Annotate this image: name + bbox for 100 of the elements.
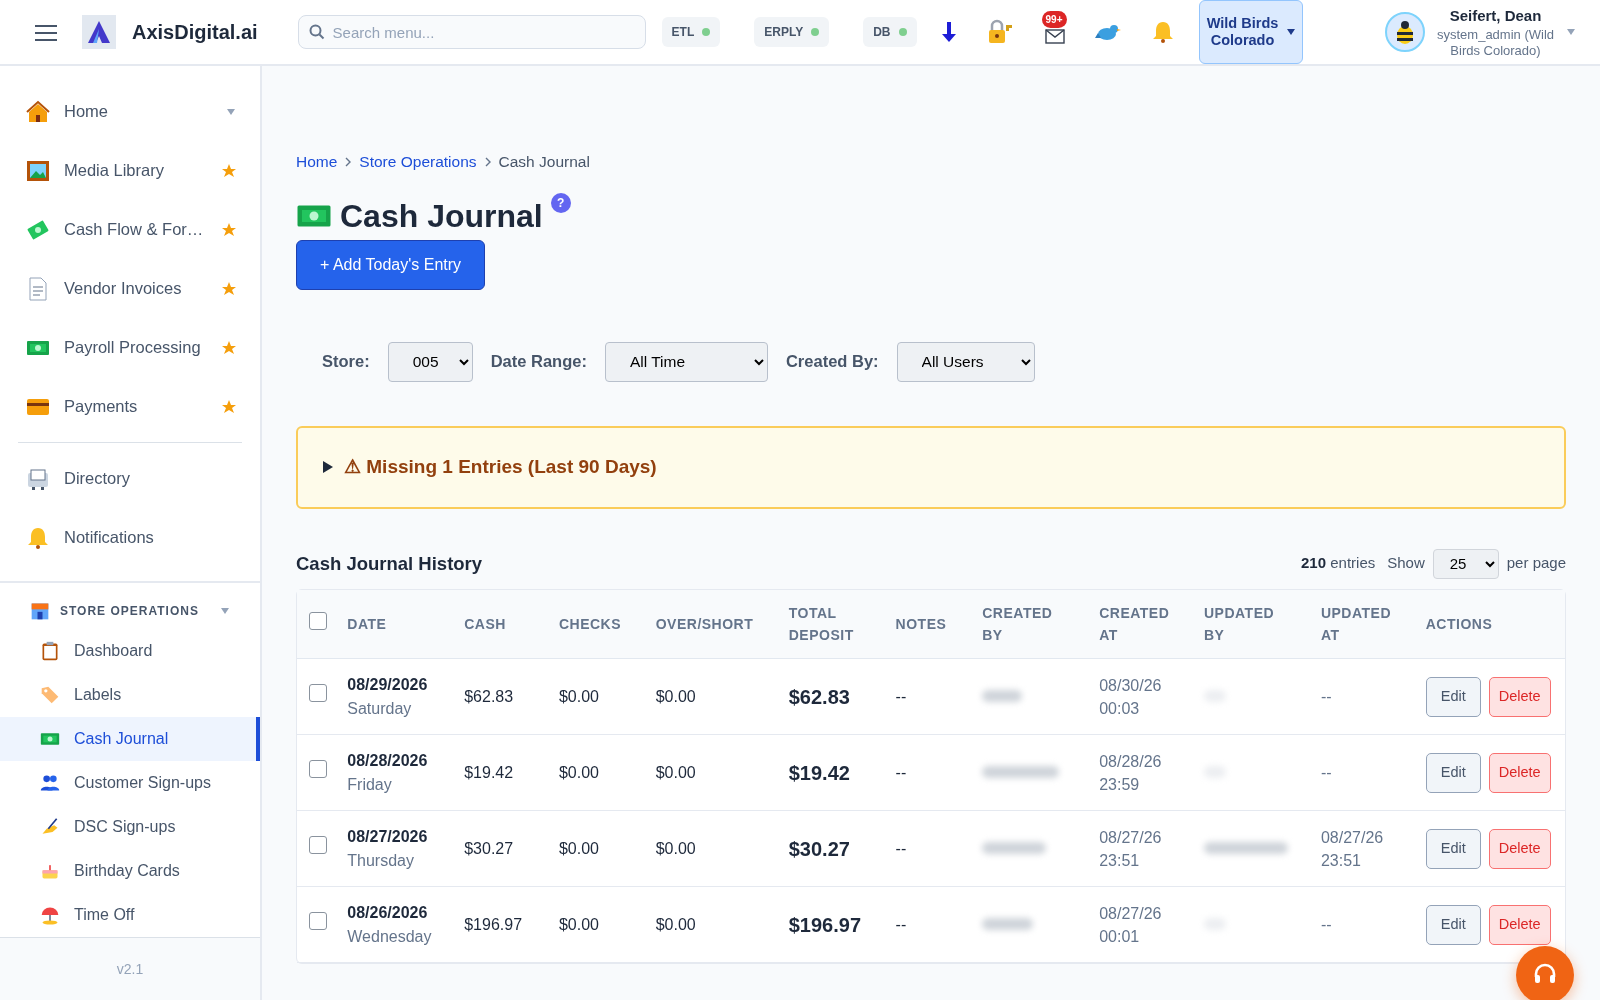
- checks-amount: $0.00: [558, 839, 599, 857]
- row-checkbox[interactable]: [309, 912, 327, 931]
- expand-triangle-icon[interactable]: [322, 460, 334, 475]
- column-header: OVER/SHORT: [643, 589, 777, 659]
- notification-badge: 99+: [1041, 11, 1067, 28]
- sidebar-item[interactable]: Directory: [0, 449, 260, 508]
- date-text: 08/27/2026: [347, 826, 429, 847]
- over-short-amount: $0.00: [655, 763, 696, 781]
- caret-icon[interactable]: [1566, 27, 1576, 37]
- updated-at-text: --: [1320, 915, 1333, 936]
- add-entry-button[interactable]: + Add Today's Entry: [296, 239, 486, 290]
- edit-button[interactable]: Edit: [1425, 905, 1481, 945]
- column-header: UPDATED BY: [1192, 589, 1309, 659]
- column-header: DATE: [335, 589, 453, 659]
- caret-icon: [226, 106, 236, 117]
- filter-select[interactable]: 005: [387, 341, 473, 382]
- column-header: UPDATED AT: [1308, 589, 1414, 659]
- caret-icon: [1285, 27, 1296, 37]
- sidebar-item[interactable]: Home: [0, 82, 260, 141]
- weekday-text: Thursday: [347, 850, 415, 871]
- created-at-text: 08/28/26 23:59: [1099, 751, 1163, 795]
- star-icon: [222, 340, 236, 355]
- edit-button[interactable]: Edit: [1425, 829, 1481, 869]
- weekday-text: Saturday: [347, 698, 413, 719]
- house-icon: [26, 99, 50, 124]
- filter-select[interactable]: All Users: [896, 341, 1035, 382]
- search-field[interactable]: Search menu...: [297, 15, 646, 49]
- column-header: CREATED BY: [970, 589, 1088, 659]
- breadcrumb-link[interactable]: Store Operations: [359, 150, 477, 174]
- help-badge[interactable]: ?: [550, 193, 571, 214]
- row-checkbox[interactable]: [309, 836, 327, 855]
- warning-text: ⚠ Missing 1 Entries (Last 90 Days): [344, 454, 657, 479]
- total-deposit: $30.27: [788, 837, 850, 860]
- sidebar-item[interactable]: Birthday Cards: [0, 849, 260, 893]
- star-icon: [222, 163, 236, 178]
- edit-button[interactable]: Edit: [1425, 677, 1481, 717]
- page-title: Cash Journal: [340, 197, 543, 236]
- delete-button[interactable]: Delete: [1488, 829, 1551, 869]
- lock-with-key-icon[interactable]: [986, 19, 1015, 45]
- brand-name: AxisDigital.ai: [132, 20, 259, 45]
- star-icon: [222, 222, 236, 237]
- row-checkbox[interactable]: [309, 760, 327, 779]
- sidebar-item[interactable]: Notifications: [0, 508, 260, 567]
- delete-button[interactable]: Delete: [1488, 905, 1551, 945]
- sidebar-item[interactable]: Vendor Invoices: [0, 259, 260, 318]
- cash-amount: $62.83: [464, 687, 514, 705]
- sidebar-item[interactable]: DSC Sign-ups: [0, 805, 260, 849]
- menu-icon[interactable]: [34, 23, 58, 42]
- caret-icon: [220, 606, 230, 616]
- select-all-checkbox[interactable]: [309, 611, 327, 630]
- sidebar-item[interactable]: Time Off: [0, 893, 260, 937]
- breadcrumb-link[interactable]: Home: [296, 150, 338, 174]
- sidebar-item[interactable]: Cash Flow & For…: [0, 200, 260, 259]
- avatar-icon[interactable]: [1385, 12, 1425, 52]
- cash-amount: $196.97: [464, 915, 523, 933]
- sidebar-item[interactable]: Labels: [0, 673, 260, 717]
- section-header[interactable]: STORE OPERATIONS: [0, 583, 260, 629]
- over-short-amount: $0.00: [655, 915, 696, 933]
- blurred-name: [982, 917, 1034, 930]
- sidebar-item[interactable]: Customer Sign-ups: [0, 761, 260, 805]
- document-icon: [26, 276, 50, 301]
- tag-icon: [40, 685, 60, 705]
- store-selector[interactable]: Wild Birds Colorado: [1198, 0, 1303, 64]
- delete-button[interactable]: Delete: [1488, 753, 1551, 793]
- created-at-text: 08/27/26 23:51: [1099, 827, 1163, 871]
- convenience-store-icon: [30, 601, 50, 621]
- column-header: CREATED AT: [1087, 589, 1192, 659]
- sidebar-item[interactable]: Media Library: [0, 141, 260, 200]
- blurred-name: [982, 689, 1023, 702]
- created-at-text: 08/30/26 00:03: [1099, 675, 1163, 719]
- filter-label: Date Range:: [490, 351, 587, 373]
- over-short-amount: $0.00: [655, 687, 696, 705]
- section-title: Cash Journal History: [296, 551, 483, 576]
- people-icon: [40, 773, 60, 793]
- over-short-amount: $0.00: [655, 839, 696, 857]
- row-checkbox[interactable]: [309, 684, 327, 703]
- date-text: 08/28/2026: [347, 750, 429, 771]
- support-button[interactable]: [1516, 946, 1574, 1000]
- total-deposit: $19.42: [788, 761, 850, 784]
- filter-select[interactable]: All Time: [604, 341, 768, 382]
- down-arrow-icon[interactable]: [940, 21, 957, 43]
- star-icon: [222, 281, 236, 296]
- sidebar-item[interactable]: Cash Journal: [0, 717, 260, 761]
- sidebar-item[interactable]: Payroll Processing: [0, 318, 260, 377]
- chevron-icon: [484, 156, 491, 167]
- column-header: CASH: [452, 589, 547, 659]
- per-page-label: per page: [1506, 553, 1566, 574]
- sidebar-item[interactable]: Payments: [0, 377, 260, 436]
- edit-button[interactable]: Edit: [1425, 753, 1481, 793]
- envelope-icon[interactable]: [1044, 28, 1065, 44]
- sidebar-item[interactable]: Dashboard: [0, 629, 260, 673]
- notes-text: --: [895, 839, 907, 857]
- per-page-select[interactable]: 25: [1432, 548, 1499, 579]
- created-at-text: 08/27/26 00:01: [1099, 903, 1163, 947]
- framed-picture-icon: [26, 158, 50, 183]
- updated-at-text: --: [1320, 763, 1333, 784]
- checks-amount: $0.00: [558, 915, 599, 933]
- card-index-icon: [26, 466, 50, 491]
- delete-button[interactable]: Delete: [1488, 677, 1551, 717]
- status-pill: DB: [863, 17, 917, 47]
